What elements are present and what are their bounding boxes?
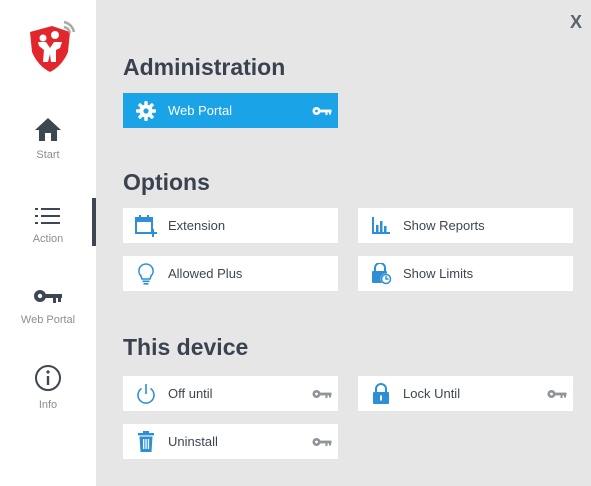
- gear-icon: [135, 100, 157, 122]
- tile-label: Extension: [168, 218, 226, 233]
- lock-until-button[interactable]: Lock Until: [358, 376, 573, 411]
- list-icon: [0, 206, 96, 229]
- allowed-plus-button[interactable]: Allowed Plus: [123, 256, 338, 291]
- key-icon: [312, 436, 332, 454]
- section-title-administration: Administration: [123, 54, 286, 80]
- key-icon: [0, 287, 96, 310]
- sidebar-item-web-portal[interactable]: Web Portal: [0, 287, 96, 326]
- sidebar-item-label: Web Portal: [20, 314, 76, 326]
- tile-label: Allowed Plus: [168, 266, 243, 281]
- sidebar-item-label: Info: [38, 399, 58, 411]
- lightbulb-icon: [135, 262, 157, 285]
- section-title-options: Options: [123, 169, 210, 195]
- tile-label: Web Portal: [168, 103, 233, 118]
- key-icon: [312, 388, 332, 406]
- key-icon: [547, 388, 567, 406]
- tile-label: Show Reports: [403, 218, 485, 233]
- tile-label: Show Limits: [403, 266, 474, 281]
- sidebar-item-info[interactable]: Info: [0, 364, 96, 411]
- sidebar-item-start[interactable]: Start: [0, 116, 96, 161]
- trash-icon: [135, 430, 157, 453]
- off-until-button[interactable]: Off until: [123, 376, 338, 411]
- tile-label: Off until: [168, 386, 213, 401]
- main-panel: X Administration Web Portal Options Exte…: [96, 0, 591, 486]
- web-portal-button[interactable]: Web Portal: [123, 93, 338, 128]
- tile-label: Lock Until: [403, 386, 461, 401]
- bar-chart-icon: [370, 215, 392, 237]
- show-limits-button[interactable]: Show Limits: [358, 256, 573, 291]
- padlock-icon: [370, 382, 392, 405]
- power-icon: [135, 383, 157, 405]
- close-button[interactable]: X: [570, 12, 582, 33]
- tile-label: Uninstall: [168, 434, 218, 449]
- sidebar-item-label: Action: [32, 233, 64, 245]
- uninstall-button[interactable]: Uninstall: [123, 424, 338, 459]
- calendar-add-icon: [135, 214, 157, 237]
- app-logo: [26, 18, 80, 74]
- sidebar-item-label: Start: [36, 149, 60, 161]
- sidebar: Start Action Web Portal Info: [0, 0, 96, 486]
- info-icon: [0, 364, 96, 395]
- section-title-this-device: This device: [123, 334, 249, 360]
- sidebar-item-action[interactable]: Action: [0, 206, 96, 245]
- show-reports-button[interactable]: Show Reports: [358, 208, 573, 243]
- extension-button[interactable]: Extension: [123, 208, 338, 243]
- key-icon: [312, 105, 332, 123]
- lock-clock-icon: [370, 262, 392, 285]
- home-icon: [0, 116, 96, 145]
